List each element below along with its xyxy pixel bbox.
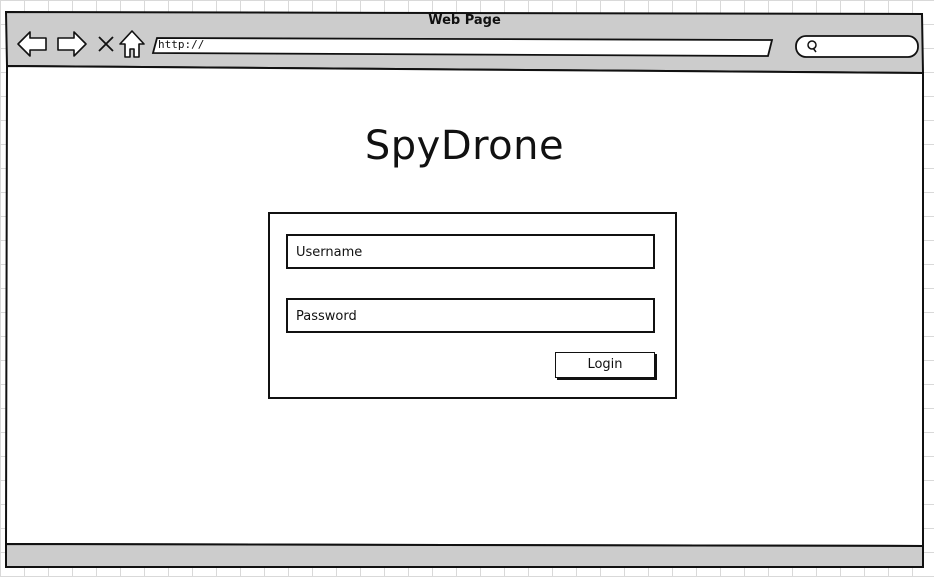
back-icon[interactable] bbox=[16, 30, 48, 58]
stop-icon[interactable] bbox=[97, 35, 115, 53]
page-title: SpyDrone bbox=[364, 123, 565, 169]
home-icon[interactable] bbox=[118, 29, 146, 59]
browser-window: Web Page http:// SpyDrone Username Passw… bbox=[5, 11, 924, 569]
window-title: Web Page bbox=[428, 13, 501, 28]
password-field[interactable]: Password bbox=[286, 298, 655, 333]
search-input[interactable] bbox=[795, 35, 919, 58]
address-bar-url[interactable]: http:// bbox=[158, 38, 204, 51]
forward-icon[interactable] bbox=[56, 30, 88, 58]
login-panel: Username Password Login bbox=[268, 212, 677, 399]
password-placeholder: Password bbox=[296, 309, 357, 324]
username-field[interactable]: Username bbox=[286, 234, 655, 269]
login-button[interactable]: Login bbox=[555, 352, 655, 378]
username-placeholder: Username bbox=[296, 245, 363, 260]
